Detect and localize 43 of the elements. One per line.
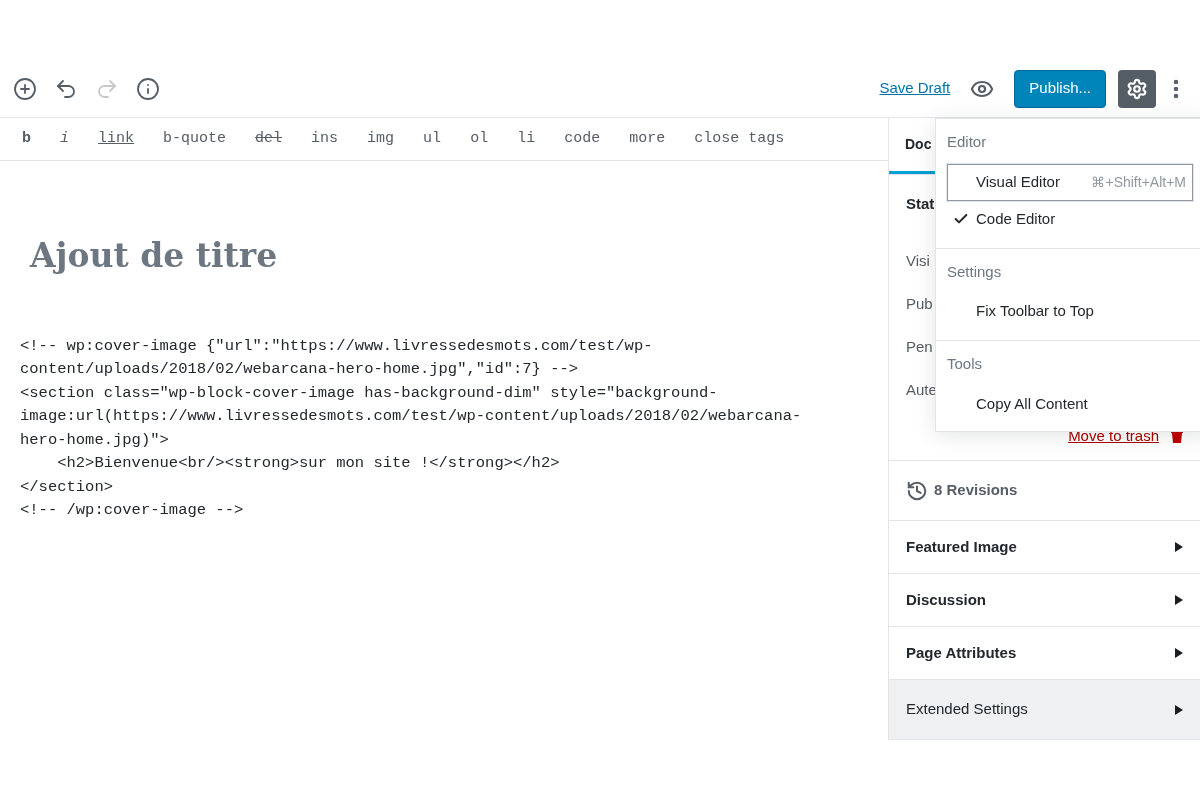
save-draft-link[interactable]: Save Draft [879,77,951,100]
move-to-trash-link[interactable]: Move to trash [1068,425,1159,448]
add-block-icon[interactable] [12,75,38,102]
status-label: Aute [906,380,937,400]
format-button[interactable]: ins [311,127,339,151]
format-button[interactable]: img [367,127,395,151]
status-label: Pub [906,294,933,314]
format-button[interactable]: del [255,127,283,151]
format-button[interactable]: link [98,127,135,151]
caret-icon [1175,704,1183,715]
menu-section-heading: Tools [947,354,984,374]
panel-header[interactable]: Featured Image [889,521,1200,574]
menu-item[interactable]: Fix Toolbar to Top [947,293,1193,330]
format-button[interactable]: ul [423,127,442,151]
menu-section-heading: Editor [947,132,988,152]
settings-button[interactable] [1118,69,1156,108]
info-icon[interactable] [135,75,161,102]
format-button[interactable]: code [564,127,601,151]
revisions-link[interactable]: 8 Revisions [934,479,1018,502]
status-label: Visi [906,251,930,271]
gear-icon [1126,77,1148,100]
format-button[interactable]: ol [470,127,489,151]
status-label: Pen [906,337,933,357]
status-heading[interactable]: Stat [906,193,935,216]
format-button[interactable]: li [517,127,536,151]
post-title[interactable]: Ajout de titre [30,231,888,281]
format-button[interactable]: b-quote [163,127,227,151]
publish-button[interactable]: Publish... [1014,69,1106,108]
menu-section-heading: Settings [947,261,1003,282]
format-button[interactable]: more [629,127,666,151]
caret-icon [1175,595,1183,605]
panel-header[interactable]: Extended Settings [889,680,1200,740]
history-icon [906,479,928,502]
panel-header[interactable]: Discussion [889,574,1200,627]
caret-icon [1175,542,1183,552]
menu-item[interactable]: Code Editor [947,200,1193,238]
menu-item[interactable]: Copy All Content [947,385,1193,423]
caret-icon [1175,648,1183,658]
code-editor[interactable]: <!-- wp:cover-image {"url":"https://www.livressedesmots.com/test/wp- content/uploads/2018/02/webarcana-hero-home.jpg","id":7} --> <section class="wp-block-cover-image has-background-dim" style="background- image:url(https://www.livressedesmots.com/test/wp-content/uploads/2018/02/webarcana- hero-home.jpg)"> <h2>Bienvenue<br/><strong>sur mon site !</strong></h2> </section> <!-- /wp:cover-image --> [20,334,802,523]
format-button[interactable]: close tags [694,127,785,151]
format-button[interactable]: b [22,127,31,151]
format-button[interactable]: i [60,127,70,151]
menu-item[interactable]: Visual Editor ⌘+Shift+Alt+M [947,163,1193,201]
